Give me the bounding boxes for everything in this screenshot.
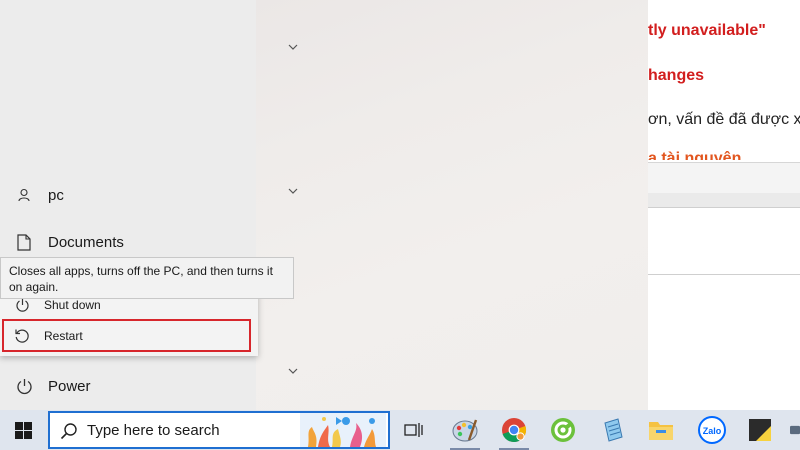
chevron-down-icon[interactable] <box>287 41 299 53</box>
shutdown-label: Shut down <box>44 298 101 312</box>
bg-toolbar-strip <box>648 193 800 207</box>
bg-heading-2: hanges <box>648 67 705 84</box>
notepad-app-icon[interactable] <box>597 414 629 446</box>
bg-paragraph: ơn, vấn đề đã được x <box>648 111 800 128</box>
power-label: Power <box>48 377 91 395</box>
start-menu-tiles-area <box>256 0 648 410</box>
user-icon <box>0 188 48 202</box>
taskbar: Type here to search Zalo <box>0 410 800 450</box>
start-power-button[interactable]: Power <box>0 366 256 406</box>
search-placeholder: Type here to search <box>87 422 220 439</box>
chevron-down-icon[interactable] <box>287 365 299 377</box>
coccoc-app-icon[interactable] <box>547 414 579 446</box>
power-icon <box>0 378 48 395</box>
restart-highlight-box <box>2 319 251 352</box>
svg-text:Zalo: Zalo <box>703 426 722 436</box>
start-documents-button[interactable]: Documents <box>0 222 256 262</box>
task-view-icon[interactable] <box>398 414 430 446</box>
document-icon <box>0 233 48 251</box>
bg-toolbar <box>648 163 800 193</box>
bg-divider-2 <box>648 207 800 208</box>
paint-app-icon[interactable] <box>449 414 481 446</box>
search-icon <box>60 422 78 445</box>
bg-heading-1: tly unavailable" <box>648 22 766 39</box>
user-label: pc <box>48 186 64 204</box>
zalo-app-icon[interactable]: Zalo <box>696 414 728 446</box>
bg-divider-3 <box>648 274 800 275</box>
start-user-button[interactable]: pc <box>0 175 256 215</box>
power-icon <box>0 298 44 313</box>
chrome-app-icon[interactable] <box>498 414 530 446</box>
documents-label: Documents <box>48 233 124 251</box>
file-explorer-icon[interactable] <box>645 414 677 446</box>
windows-start-button[interactable] <box>0 410 46 450</box>
restart-tooltip: Closes all apps, turns off the PC, and t… <box>0 257 294 299</box>
sticky-notes-icon[interactable] <box>744 414 776 446</box>
chevron-down-icon[interactable] <box>287 185 299 197</box>
taskbar-search-box[interactable]: Type here to search <box>48 411 390 449</box>
overflow-app-icon[interactable] <box>790 414 800 446</box>
search-highlight-art-icon <box>300 413 386 447</box>
windows-logo-icon <box>14 421 32 439</box>
